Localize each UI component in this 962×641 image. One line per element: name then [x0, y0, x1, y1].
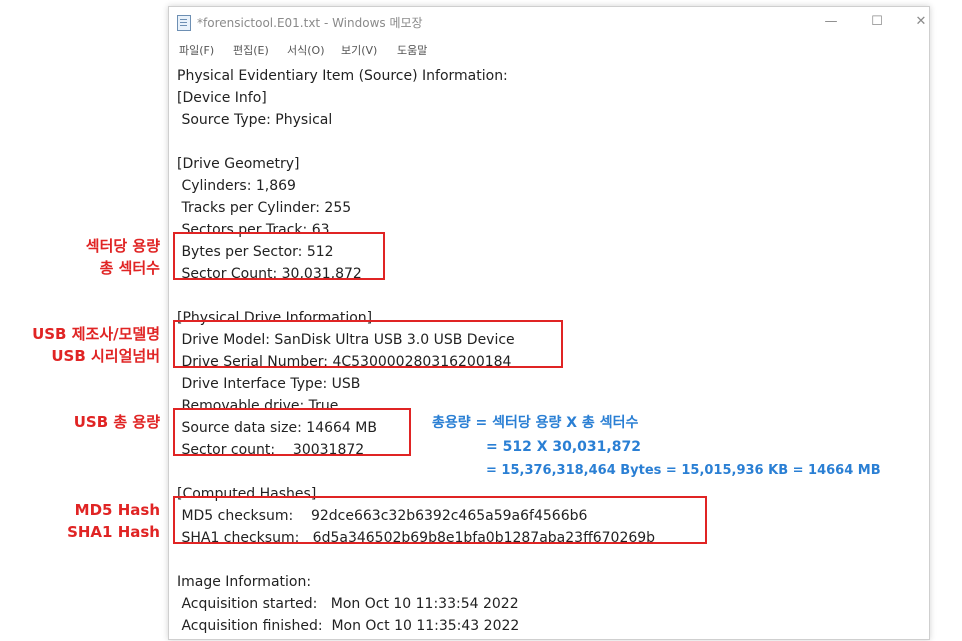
text-line: Image Information:: [177, 574, 312, 590]
notepad-icon: [177, 15, 191, 31]
formula-line-1: 총용량 = 섹터당 용량 X 총 섹터수: [432, 415, 639, 431]
window-title: *forensictool.E01.txt - Windows 메모장: [197, 16, 423, 30]
menu-edit[interactable]: 편집(E): [233, 42, 269, 58]
annotation-usb-maker: USB 제조사/모델명: [32, 325, 160, 343]
highlight-size-info: [173, 408, 411, 456]
annotation-sha1: SHA1 Hash: [67, 523, 160, 541]
text-line: Acquisition started: Mon Oct 10 11:33:54…: [177, 596, 519, 612]
menu-file[interactable]: 파일(F): [179, 42, 214, 58]
annotation-usb-serial: USB 시리얼넘버: [51, 347, 160, 365]
annotation-sector-count: 총 섹터수: [99, 259, 160, 277]
highlight-hashes: [173, 496, 707, 544]
close-button[interactable]: ✕: [907, 11, 929, 33]
annotation-md5: MD5 Hash: [74, 501, 160, 519]
title-bar[interactable]: *forensictool.E01.txt - Windows 메모장 — ☐ …: [169, 7, 929, 37]
formula-line-2: = 512 X 30,031,872: [486, 439, 641, 455]
text-line: Physical Evidentiary Item (Source) Infor…: [177, 68, 508, 84]
menu-bar: 파일(F) 편집(E) 서식(O) 보기(V) 도움말: [169, 39, 929, 61]
text-line: Drive Interface Type: USB: [177, 376, 361, 392]
annotation-usb-size: USB 총 용량: [73, 413, 160, 431]
maximize-button[interactable]: ☐: [863, 11, 891, 33]
text-line: [Drive Geometry]: [177, 156, 300, 172]
menu-help[interactable]: 도움말: [397, 42, 427, 58]
text-line: Tracks per Cylinder: 255: [177, 200, 352, 216]
text-line: Source Type: Physical: [177, 112, 333, 128]
text-line: Acquisition finished: Mon Oct 10 11:35:4…: [177, 618, 520, 634]
formula-line-3: = 15,376,318,464 Bytes = 15,015,936 KB =…: [486, 463, 881, 478]
minimize-button[interactable]: —: [817, 11, 845, 33]
text-line: Cylinders: 1,869: [177, 178, 296, 194]
menu-view[interactable]: 보기(V): [341, 42, 377, 58]
highlight-drive-info: [173, 320, 563, 368]
menu-format[interactable]: 서식(O): [287, 42, 324, 58]
highlight-sector-info: [173, 232, 385, 280]
annotation-bytes-per-sector: 섹터당 용량: [85, 237, 160, 255]
text-line: [Device Info]: [177, 90, 267, 106]
